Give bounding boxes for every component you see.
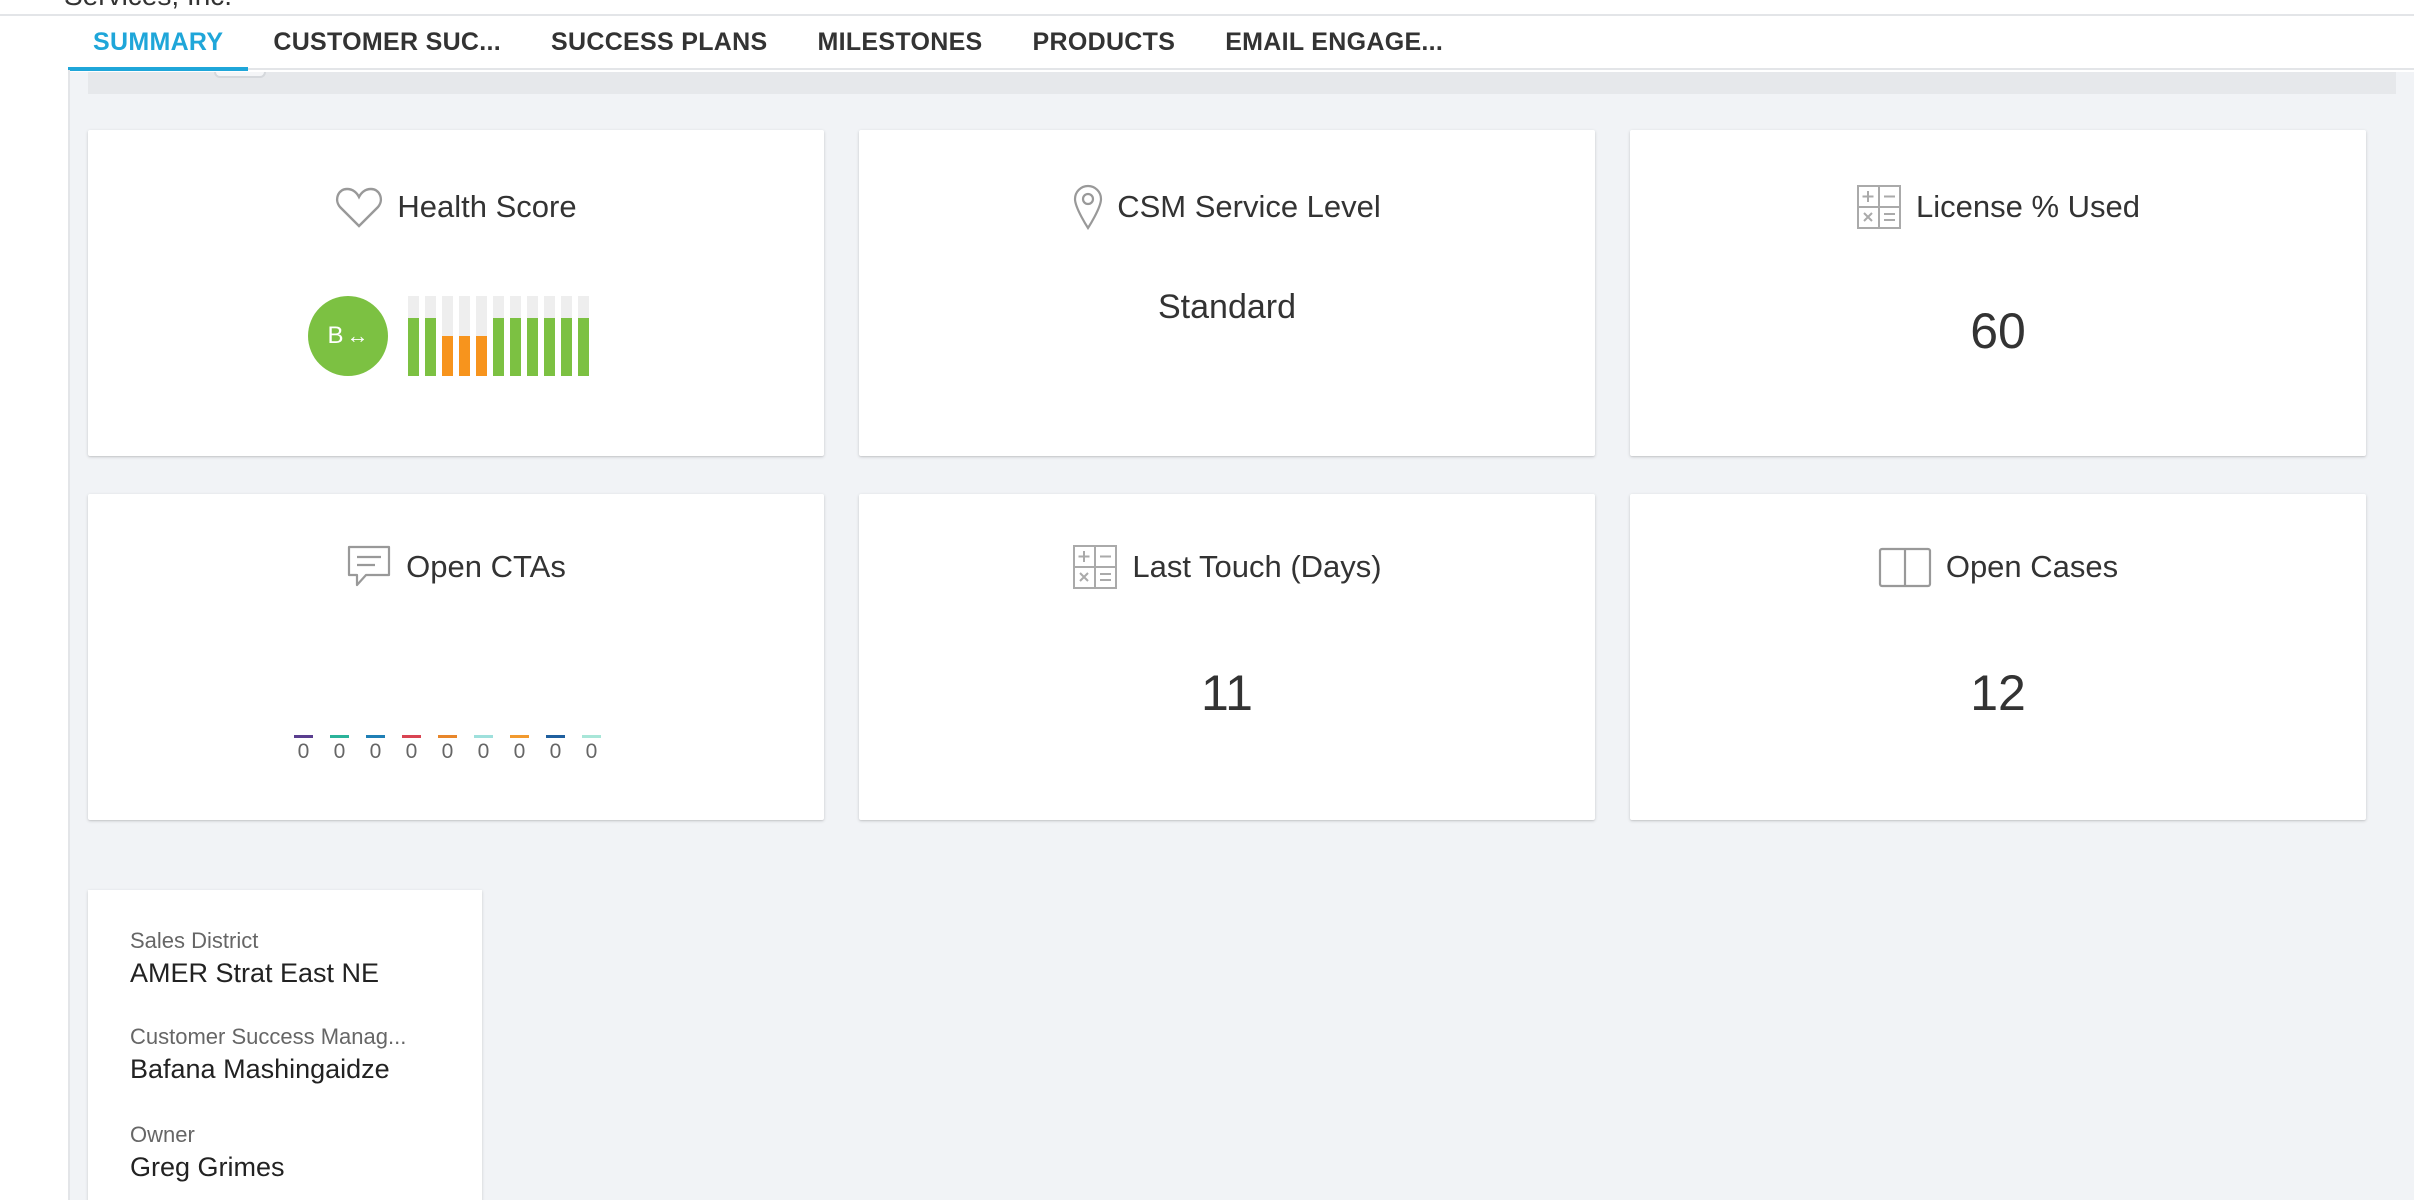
- csm-service-level-card[interactable]: CSM Service Level Standard: [859, 130, 1595, 456]
- cta-color-marker: [582, 735, 601, 738]
- health-history-bar: [408, 296, 419, 376]
- attribute-customer-success-manager: Customer Success Manag... Bafana Mashing…: [130, 1024, 470, 1085]
- cta-count-value: 0: [333, 740, 346, 763]
- cta-color-marker: [366, 735, 385, 738]
- cta-count-item[interactable]: 0: [294, 735, 313, 764]
- cta-color-marker: [474, 735, 493, 738]
- cta-color-marker: [402, 735, 421, 738]
- health-history-fill: [442, 336, 453, 376]
- attribute-label: Owner: [130, 1122, 195, 1147]
- open-ctas-title: Open CTAs: [406, 549, 566, 584]
- heart-icon: [335, 185, 383, 229]
- health-history-fill: [527, 318, 538, 376]
- csm-service-level-title: CSM Service Level: [1117, 189, 1381, 224]
- health-history-fill: [510, 318, 521, 376]
- cta-color-marker: [546, 735, 565, 738]
- health-history-bar: [510, 296, 521, 376]
- license-used-card[interactable]: License % Used 60: [1630, 130, 2366, 456]
- health-history-bar: [561, 296, 572, 376]
- open-cases-title: Open Cases: [1945, 549, 2119, 584]
- cta-count-value: 0: [585, 740, 598, 763]
- cta-color-marker: [330, 735, 349, 738]
- open-cta-counts: 000000000: [294, 735, 601, 764]
- cta-count-item[interactable]: 0: [510, 735, 529, 764]
- cta-count-value: 0: [297, 740, 310, 763]
- health-history-fill: [425, 318, 436, 376]
- health-history-fill: [459, 336, 470, 376]
- open-cases-value: 12: [1970, 665, 2026, 721]
- health-history-fill: [561, 318, 572, 376]
- attribute-value: AMER Strat East NE: [130, 958, 380, 988]
- health-history-fill: [578, 318, 589, 376]
- cta-color-marker: [294, 735, 313, 738]
- book-icon: [1878, 546, 1932, 588]
- last-touch-title: Last Touch (Days): [1132, 549, 1382, 584]
- attribute-sales-district: Sales District AMER Strat East NE: [130, 928, 470, 989]
- health-score-card[interactable]: Health Score B ↔: [88, 130, 824, 456]
- cta-count-item[interactable]: 0: [330, 735, 349, 764]
- health-history-bar: [459, 296, 470, 376]
- attribute-label: Sales District: [130, 928, 259, 953]
- health-history-bars: [408, 296, 589, 376]
- chat-bubble-icon: [346, 544, 392, 590]
- cta-count-value: 0: [369, 740, 382, 763]
- cta-count-value: 0: [477, 740, 490, 763]
- last-touch-card[interactable]: Last Touch (Days) 11: [859, 494, 1595, 820]
- location-pin-icon: [1073, 184, 1103, 230]
- health-history-bar: [425, 296, 436, 376]
- health-history-fill: [493, 318, 504, 376]
- summary-content: Health Score B ↔ CSM Service Level Stand…: [70, 72, 2414, 1200]
- cta-count-item[interactable]: 0: [546, 735, 565, 764]
- tab-success-plans[interactable]: SUCCESS PLANS: [526, 16, 792, 68]
- cta-count-item[interactable]: 0: [402, 735, 421, 764]
- license-used-title: License % Used: [1915, 189, 2140, 224]
- attribute-value[interactable]: Bafana Mashingaidze: [130, 1054, 470, 1085]
- cta-count-item[interactable]: 0: [366, 735, 385, 764]
- cta-count-value: 0: [549, 740, 562, 763]
- account-attributes-card: Sales District AMER Strat East NE Custom…: [88, 890, 482, 1200]
- tab-customer-success[interactable]: CUSTOMER SUC...: [248, 16, 526, 68]
- cta-count-value: 0: [441, 740, 454, 763]
- csm-service-level-value: Standard: [1158, 288, 1296, 326]
- health-history-bar: [578, 296, 589, 376]
- tab-milestones[interactable]: MILESTONES: [792, 16, 1007, 68]
- tab-summary[interactable]: SUMMARY: [68, 16, 249, 71]
- calculator-icon: [1072, 544, 1118, 590]
- tab-bar: SUMMARY CUSTOMER SUC... SUCCESS PLANS MI…: [68, 16, 2414, 71]
- cta-color-marker: [438, 735, 457, 738]
- health-history-fill: [544, 318, 555, 376]
- tab-products[interactable]: PRODUCTS: [1008, 16, 1201, 68]
- attribute-value[interactable]: Greg Grimes: [130, 1152, 470, 1183]
- health-history-bar: [442, 296, 453, 376]
- calculator-icon: [1856, 184, 1902, 230]
- health-trend-icon: ↔: [346, 323, 369, 348]
- health-grade: B: [327, 322, 344, 349]
- attribute-owner: Owner Greg Grimes: [130, 1122, 470, 1183]
- health-history-bar: [493, 296, 504, 376]
- expand-handle[interactable]: [214, 72, 266, 78]
- account-title: Services, Inc.: [64, 0, 232, 12]
- attribute-label: Customer Success Manag...: [130, 1024, 407, 1049]
- cta-count-value: 0: [513, 740, 526, 763]
- health-history-bar: [476, 296, 487, 376]
- cta-count-item[interactable]: 0: [582, 735, 601, 764]
- health-history-fill: [476, 336, 487, 376]
- cta-color-marker: [510, 735, 529, 738]
- health-history-fill: [408, 318, 419, 376]
- open-cases-card[interactable]: Open Cases 12: [1630, 494, 2366, 820]
- open-ctas-card[interactable]: Open CTAs 000000000: [88, 494, 824, 820]
- health-history-bar: [544, 296, 555, 376]
- health-grade-badge: B ↔: [308, 296, 388, 376]
- health-score-title: Health Score: [397, 189, 577, 224]
- cta-count-value: 0: [405, 740, 418, 763]
- license-used-value: 60: [1970, 303, 2026, 359]
- cta-count-item[interactable]: 0: [474, 735, 493, 764]
- health-history-bar: [527, 296, 538, 376]
- cta-count-item[interactable]: 0: [438, 735, 457, 764]
- collapsed-section-bar: [88, 72, 2396, 94]
- last-touch-value: 11: [1201, 665, 1253, 721]
- tab-email-engagement[interactable]: EMAIL ENGAGE...: [1200, 16, 1468, 68]
